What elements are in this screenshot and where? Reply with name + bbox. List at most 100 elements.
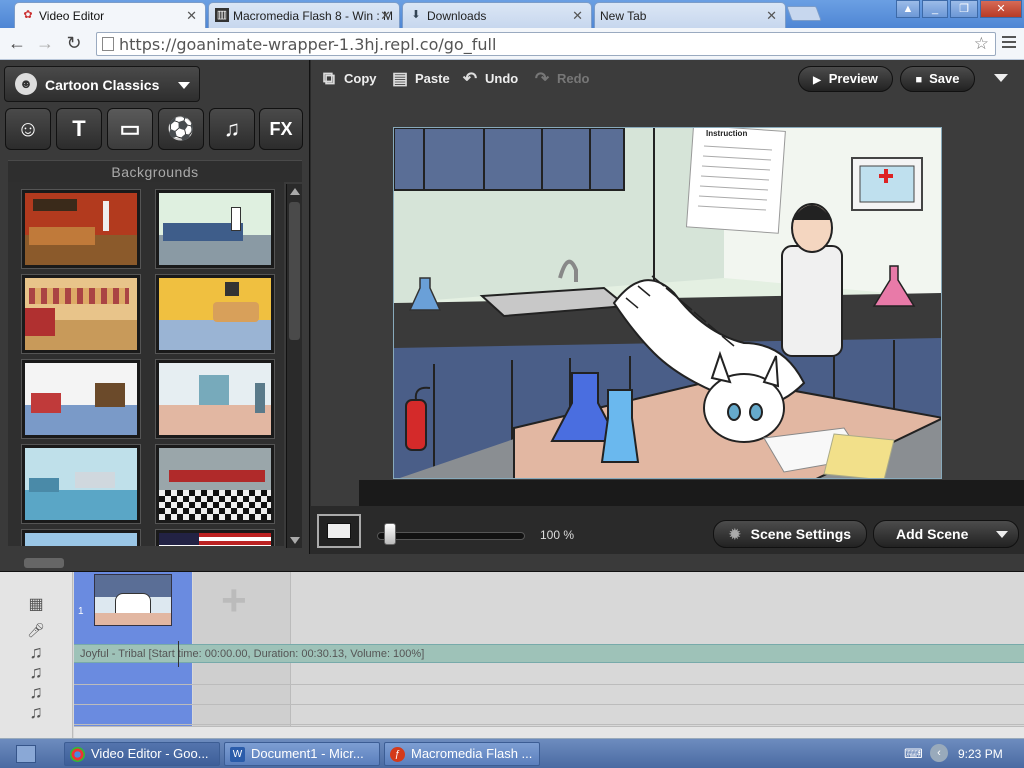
background-thumb-courtroom[interactable] — [22, 190, 140, 268]
bookmark-star-icon[interactable]: ☆ — [974, 34, 989, 54]
backgrounds-grid — [8, 182, 284, 546]
background-thumb-bedroom[interactable] — [22, 360, 140, 438]
video-editor-app: ☻ Cartoon Classics ☺ T ▭ ⚽ ♫ FX Backgrou… — [0, 60, 1024, 738]
close-icon[interactable]: ✕ — [572, 8, 583, 24]
zoom-level: 100 % — [540, 528, 575, 542]
forward-icon[interactable]: → — [34, 34, 56, 52]
tab-props[interactable]: ⚽ — [158, 108, 204, 150]
close-window-button[interactable]: ✕ — [980, 0, 1022, 18]
background-thumb-shop[interactable] — [22, 275, 140, 353]
theme-selector[interactable]: ☻ Cartoon Classics — [4, 66, 200, 102]
save-label: Save — [929, 71, 960, 86]
address-bar[interactable]: https://goanimate-wrapper-1.3hj.repl.co/… — [96, 32, 996, 56]
start-button[interactable] — [16, 745, 36, 763]
timeline-ruler — [0, 554, 1024, 572]
close-icon[interactable]: ✕ — [766, 8, 777, 24]
browser-tabstrip: ✿ Video Editor ✕ ▥ Macromedia Flash 8 - … — [0, 0, 1024, 28]
backgrounds-scrollbar[interactable] — [286, 184, 302, 548]
keyboard-icon[interactable]: ⌨ — [904, 746, 923, 762]
minimize-button[interactable]: _ — [922, 0, 948, 18]
tab-macromedia[interactable]: ▥ Macromedia Flash 8 - Win : M ✕ — [208, 2, 400, 28]
timeline-scrollbar[interactable] — [74, 726, 1024, 738]
music-note-icon: ♫ — [29, 682, 43, 702]
tray-expand-icon[interactable]: ‹ — [930, 744, 948, 762]
scrollbar-thumb[interactable] — [289, 202, 300, 340]
section-title: Backgrounds — [8, 160, 302, 182]
timeline-zoom-handle[interactable] — [24, 558, 64, 568]
flash-doc-icon: ▥ — [215, 8, 229, 22]
undo-label: Undo — [485, 71, 519, 86]
tab-video-editor[interactable]: ✿ Video Editor ✕ — [14, 2, 206, 28]
background-thumb-partial-2[interactable] — [156, 530, 274, 546]
preview-button[interactable]: ▶ Preview — [798, 66, 893, 92]
more-options-icon[interactable] — [994, 74, 1008, 82]
back-icon[interactable]: ← — [6, 34, 28, 52]
new-tab-button[interactable] — [786, 6, 822, 21]
music-note-icon: ♫ — [223, 116, 241, 141]
tab-characters[interactable]: ☺ — [5, 108, 51, 150]
add-scene-button[interactable]: Add Scene — [873, 520, 1019, 548]
cartoon-face-icon: ☻ — [15, 73, 37, 95]
scene-number: 1 — [78, 606, 84, 617]
redo-label: Redo — [557, 71, 590, 86]
scene-settings-label: Scene Settings — [750, 526, 852, 542]
tab-effects[interactable]: FX — [259, 108, 303, 150]
zoom-slider-knob[interactable] — [384, 523, 396, 545]
taskbar-item-video-editor[interactable]: Video Editor - Goo... — [64, 742, 220, 766]
browser-menu-icon[interactable] — [1002, 36, 1016, 51]
music-note-icon: ♫ — [29, 662, 43, 682]
text-bubble-icon: T — [72, 116, 86, 141]
scene-settings-button[interactable]: ✹ Scene Settings — [713, 520, 867, 548]
tab-backgrounds[interactable]: ▭ — [107, 108, 153, 150]
redo-button[interactable]: ↷ Redo — [533, 68, 590, 90]
save-icon: ■ — [915, 74, 923, 86]
background-thumb-office[interactable] — [22, 445, 140, 523]
maximize-button[interactable]: ❐ — [950, 0, 978, 18]
scene-canvas[interactable]: Instruction — [393, 127, 942, 479]
tab-title: Downloads — [427, 9, 487, 23]
tab-new-tab[interactable]: New Tab ✕ — [594, 2, 786, 28]
scene-thumbnail[interactable] — [94, 574, 172, 626]
taskbar-item-flash[interactable]: ƒ Macromedia Flash ... — [384, 742, 540, 766]
save-button[interactable]: ■ Save — [900, 66, 975, 92]
background-thumb-lab[interactable] — [156, 190, 274, 268]
gear-icon: ✹ — [728, 526, 741, 542]
undo-button[interactable]: ↶ Undo — [461, 68, 518, 90]
camera-icon — [327, 523, 351, 539]
plus-icon: + — [221, 576, 247, 625]
background-thumb-living-room[interactable] — [156, 275, 274, 353]
close-icon[interactable]: ✕ — [186, 8, 197, 24]
chrome-icon — [70, 747, 85, 762]
paste-button[interactable]: ▤ Paste — [391, 68, 450, 90]
audio-track-bar[interactable]: Joyful - Tribal [Start time: 00:00.00, D… — [74, 641, 1024, 667]
taskbar-item-document[interactable]: W Document1 - Micr... — [224, 742, 380, 766]
camera-view-button[interactable] — [317, 514, 361, 548]
tab-downloads[interactable]: ⬇ Downloads ✕ — [402, 2, 592, 28]
scroll-down-icon[interactable] — [290, 537, 300, 544]
background-thumb-partial-1[interactable] — [22, 530, 140, 546]
tab-text-bubbles[interactable]: T — [56, 108, 102, 150]
playhead-marker[interactable] — [178, 641, 179, 667]
zoom-slider[interactable] — [377, 532, 525, 540]
fx-icon: FX — [269, 119, 293, 139]
background-thumb-hallway[interactable] — [156, 360, 274, 438]
tab-music[interactable]: ♫ — [209, 108, 255, 150]
paste-icon: ▤ — [391, 69, 409, 88]
microphone-icon: 🎤︎ — [27, 622, 45, 638]
stage-bottom-controls: 100 % ✹ Scene Settings Add Scene — [311, 506, 1024, 554]
user-icon[interactable]: ▲ — [896, 0, 920, 18]
tab-title: New Tab — [600, 9, 647, 23]
copy-button[interactable]: ⧉ Copy — [320, 68, 377, 90]
audio-track-label: Joyful - Tribal [Start time: 00:00.00, D… — [80, 648, 425, 660]
chevron-down-icon[interactable] — [996, 531, 1008, 538]
taskbar-item-label: Macromedia Flash ... — [411, 746, 533, 761]
stage-floor — [359, 480, 1024, 508]
scroll-up-icon[interactable] — [290, 188, 300, 195]
music-note-icon: ♫ — [29, 702, 43, 722]
reload-icon[interactable]: ↻ — [63, 34, 85, 52]
flash-icon: ƒ — [390, 747, 405, 762]
background-thumb-diner[interactable] — [156, 445, 274, 523]
close-icon[interactable]: ✕ — [380, 8, 391, 24]
preview-label: Preview — [828, 71, 878, 86]
redo-icon: ↷ — [534, 69, 550, 88]
